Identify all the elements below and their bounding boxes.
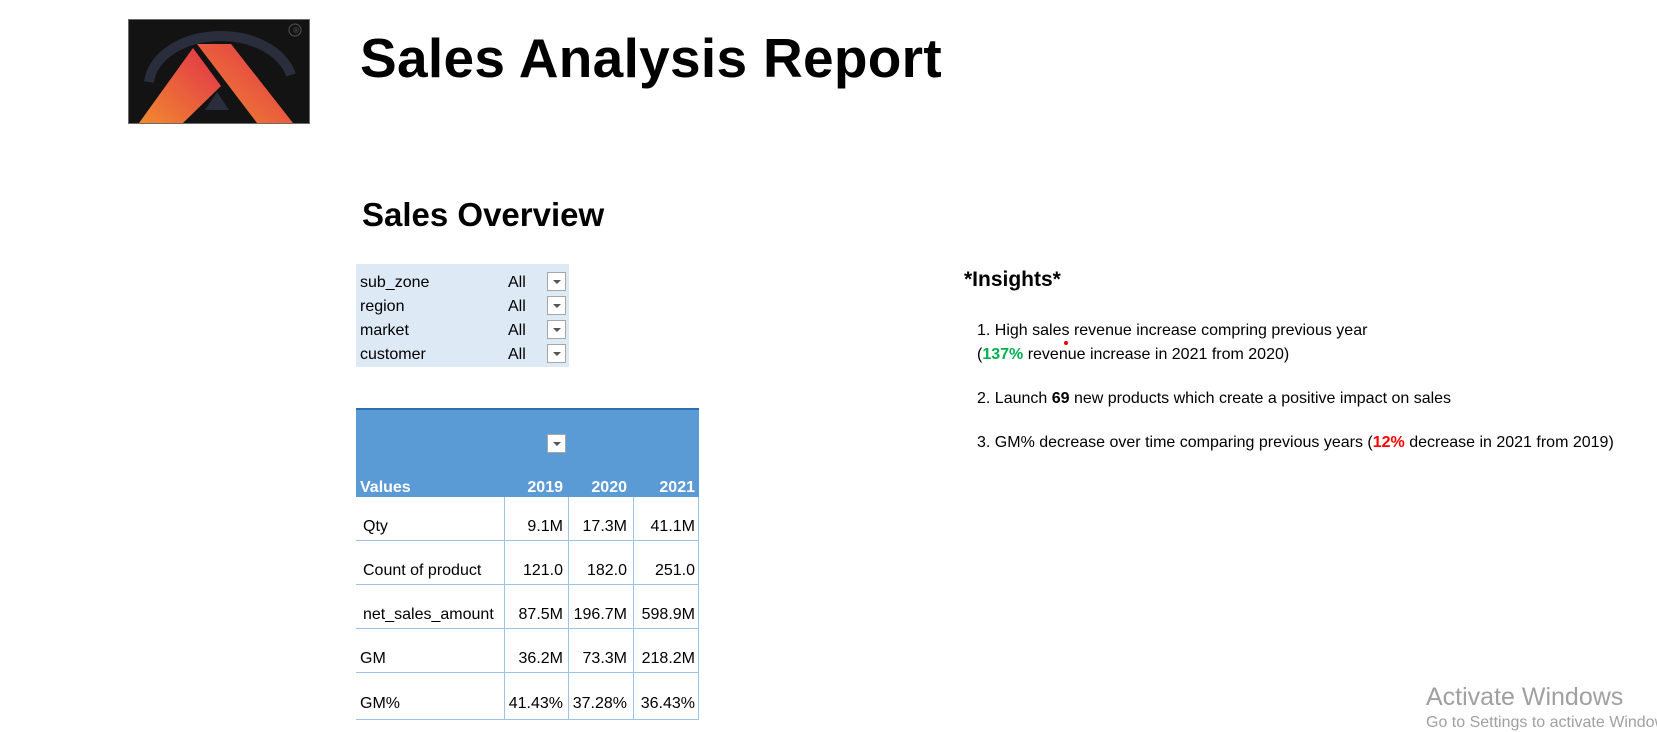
cell-2021: 218.2M <box>641 650 695 667</box>
cell-2021: 598.9M <box>641 606 695 623</box>
svg-text:®: ® <box>292 26 300 35</box>
insight-3-percent: 12% <box>1372 434 1405 451</box>
column-filter-dropdown-icon[interactable] <box>547 434 566 453</box>
insights-title: *Insights* <box>964 268 1061 291</box>
insight-2-number: 69 <box>1051 390 1070 407</box>
dropdown-arrow-icon[interactable] <box>547 320 566 339</box>
row-label: Qty <box>363 518 388 535</box>
filter-value: All <box>508 346 526 363</box>
cell-2020: 37.28% <box>572 695 627 712</box>
row-label: net_sales_amount <box>363 606 494 623</box>
cell-2021: 41.1M <box>650 518 695 535</box>
column-divider <box>633 497 634 720</box>
table-row: Qty 9.1M 17.3M 41.1M <box>356 497 699 541</box>
column-divider <box>698 497 699 720</box>
insight-1-percent: 137% <box>982 346 1024 363</box>
filter-row-region: region All <box>356 296 569 318</box>
cell-2021: 251.0 <box>654 562 695 579</box>
filter-label: sub_zone <box>360 274 430 291</box>
table-row: GM 36.2M 73.3M 218.2M <box>356 629 699 673</box>
cell-2020: 196.7M <box>573 606 627 623</box>
pivot-header: Values 2019 2020 2021 <box>356 408 699 497</box>
section-title: Sales Overview <box>362 196 605 233</box>
year-header-2021: 2021 <box>659 479 695 496</box>
pivot-table: Values 2019 2020 2021 Qty 9.1M 17.3M 41.… <box>356 408 699 720</box>
insight-1-line-2: (137% revenue increase in 2021 from 2020… <box>977 346 1289 364</box>
cell-2019: 87.5M <box>518 606 563 623</box>
filter-value: All <box>508 298 526 315</box>
table-row: Count of product 121.0 182.0 251.0 <box>356 541 699 585</box>
values-header: Values <box>360 479 411 496</box>
cell-2020: 73.3M <box>582 650 627 667</box>
cell-2019: 9.1M <box>527 518 563 535</box>
filter-label: region <box>360 298 405 315</box>
activate-windows-watermark: Activate Windows <box>1426 683 1624 711</box>
filter-label: customer <box>360 346 426 363</box>
insight-1-line-1: 1. High sales revenue increase compring … <box>977 322 1368 339</box>
table-row: GM% 41.43% 37.28% 36.43% <box>356 673 699 720</box>
insight-2-post: new products which create a positive imp… <box>1069 390 1452 407</box>
pivot-filters: sub_zone All region All market All custo… <box>356 264 569 367</box>
company-logo: ® <box>128 19 310 124</box>
filter-row-sub-zone: sub_zone All <box>356 272 569 294</box>
report-title: Sales Analysis Report <box>360 27 943 89</box>
column-divider <box>568 497 569 720</box>
row-label: Count of product <box>363 562 482 579</box>
filter-label: market <box>360 322 409 339</box>
dropdown-arrow-icon[interactable] <box>547 344 566 363</box>
insight-1-rest: revenue increase in 2021 from 2020) <box>1023 346 1290 363</box>
logo-mark-icon: ® <box>139 23 302 123</box>
cell-2019: 41.43% <box>508 695 563 712</box>
year-header-2019: 2019 <box>527 479 563 496</box>
column-divider <box>504 497 505 720</box>
cell-2020: 182.0 <box>586 562 627 579</box>
insight-2-pre: 2. Launch <box>977 390 1052 407</box>
activate-windows-subtext: Go to Settings to activate Windows. <box>1426 714 1657 731</box>
filter-row-market: market All <box>356 320 569 342</box>
cell-2021: 36.43% <box>640 695 695 712</box>
insight-2: 2. Launch 69 new products which create a… <box>977 390 1451 408</box>
insight-3-post: decrease in 2021 from 2019) <box>1404 434 1614 451</box>
row-label: GM% <box>360 695 400 712</box>
filter-value: All <box>508 322 526 339</box>
row-label: GM <box>360 650 386 667</box>
dropdown-arrow-icon[interactable] <box>547 272 566 291</box>
year-header-2020: 2020 <box>591 479 627 496</box>
filter-value: All <box>508 274 526 291</box>
cell-2019: 121.0 <box>522 562 563 579</box>
filter-row-customer: customer All <box>356 344 569 366</box>
insight-3-pre: 3. GM% decrease over time comparing prev… <box>977 434 1373 451</box>
table-row: net_sales_amount 87.5M 196.7M 598.9M <box>356 585 699 629</box>
cell-2019: 36.2M <box>518 650 563 667</box>
dropdown-arrow-icon[interactable] <box>547 296 566 315</box>
cell-2020: 17.3M <box>582 518 627 535</box>
insight-3: 3. GM% decrease over time comparing prev… <box>977 434 1614 452</box>
cell-comment-marker <box>1064 341 1068 345</box>
